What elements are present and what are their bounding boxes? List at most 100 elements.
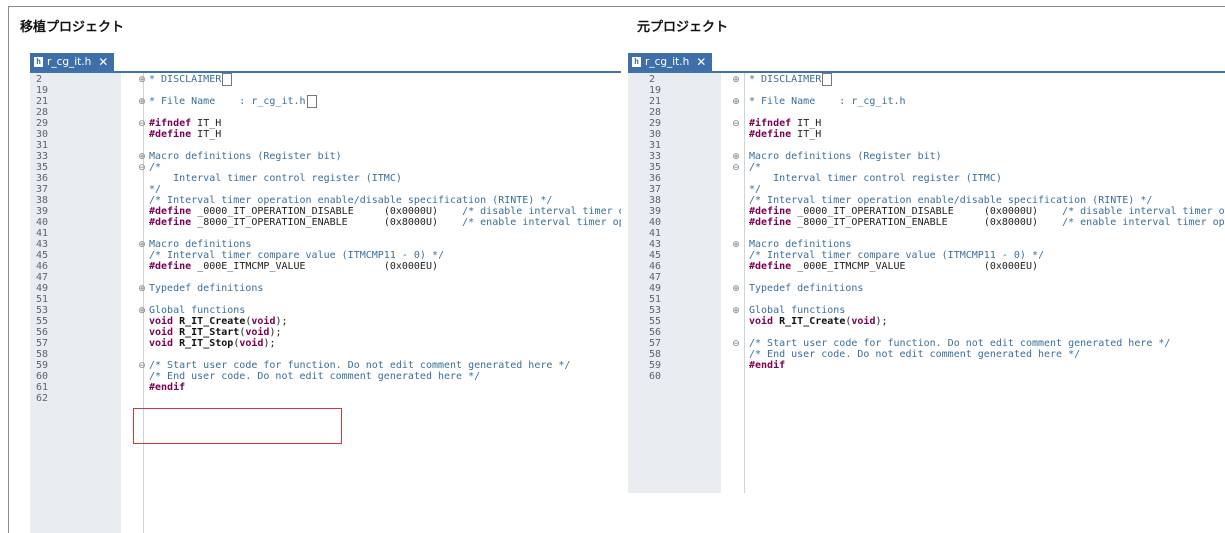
line-number: 58 [649,349,662,360]
line-number: 30 [649,129,662,140]
code-line: #define _0000_IT_OPERATION_DISABLE (0x00… [149,206,621,217]
fold-expand-icon[interactable]: ⊕ [731,152,741,163]
line-number: 61 [36,382,49,393]
header-file-icon: h [34,57,43,67]
line-number: 59 [649,360,662,371]
code-keyword: void [245,327,270,338]
folded-text-marker[interactable] [306,95,317,108]
fold-collapse-icon[interactable]: ⊖ [137,163,147,174]
line-number: 39 [649,206,662,217]
code-line: /* End user code. Do not edit comment ge… [749,349,1080,360]
code-text: ); [263,338,276,349]
line-number: 21 [36,96,49,107]
line-number: 56 [36,327,49,338]
close-icon[interactable]: ✕ [98,55,108,69]
code-line: void R_IT_Start(void); [149,327,282,338]
code-comment: Macro definitions [749,239,852,250]
line-number: 55 [649,316,662,327]
code-comment: /* disable interval timer operation */ [462,206,621,217]
fold-expand-icon[interactable]: ⊕ [137,152,147,163]
line-number: 59 [36,360,49,371]
line-number: 35 [36,162,49,173]
line-number: 45 [36,250,49,261]
code-comment: /* Interval timer compare value (ITMCMP1… [149,250,445,261]
line-number: 56 [649,327,662,338]
line-number: 29 [36,118,49,129]
code-comment: /* Interval timer compare value (ITMCMP1… [749,250,1045,261]
line-number: 62 [36,393,49,404]
fold-expand-icon[interactable]: ⊕ [731,240,741,251]
code-line: /* Interval timer operation enable/disab… [749,195,1152,206]
code-text: ); [269,327,282,338]
code-comment: */ [749,184,762,195]
line-number-gutter [628,73,721,493]
code-comment: Macro definitions (Register bit) [149,151,342,162]
code-comment: Interval timer control register (ITMC) [149,173,402,184]
code-line: /* [149,162,161,173]
code-comment: /* Interval timer operation enable/disab… [149,195,553,206]
line-number: 46 [36,261,49,272]
fold-expand-icon[interactable]: ⊕ [731,97,741,108]
editor-panel-original: h r_cg_it.h ✕ 2 ⊕ * DISCLAIMER 19 21 ⊕ * File… [628,53,1225,493]
fold-expand-icon[interactable]: ⊕ [137,284,147,295]
fold-expand-icon[interactable]: ⊕ [731,75,741,86]
line-number: 57 [649,338,662,349]
code-line: #define _8000_IT_OPERATION_ENABLE (0x800… [149,217,621,228]
line-number: 58 [36,349,49,360]
line-number: 33 [36,151,49,162]
code-line: void R_IT_Create(void); [749,316,888,327]
code-keyword: #define [749,206,792,217]
line-number: 21 [649,96,662,107]
code-line: * File Name : r_cg_it.h [149,95,317,108]
highlight-added-functions [133,408,342,444]
code-keyword: void [749,316,774,327]
line-number: 2 [36,74,43,85]
code-line: Interval timer control register (ITMC) [149,173,402,184]
fold-expand-icon[interactable]: ⊕ [731,306,741,317]
line-number: 41 [36,228,49,239]
code-line: * File Name : r_cg_it.h [749,96,906,107]
line-number: 60 [36,371,49,382]
code-comment: /* [149,162,162,173]
fold-collapse-icon[interactable]: ⊖ [731,119,741,130]
folded-text-marker[interactable] [822,73,833,86]
code-comment: /* End user code. Do not edit comment ge… [749,349,1081,360]
close-icon[interactable]: ✕ [696,55,706,69]
fold-expand-icon[interactable]: ⊕ [137,97,147,108]
fold-collapse-icon[interactable]: ⊖ [731,163,741,174]
fold-collapse-icon[interactable]: ⊖ [731,339,741,350]
code-line: * DISCLAIMER [749,73,833,86]
code-keyword: #endif [149,382,186,393]
fold-expand-icon[interactable]: ⊕ [137,75,147,86]
line-number: 37 [649,184,662,195]
code-text: _0000_IT_OPERATION_DISABLE (0x0000U) [791,206,1063,217]
code-comment: /* enable interval timer operation */ [1062,217,1225,228]
line-number: 35 [649,162,662,173]
editor-tab-bar: h r_cg_it.h ✕ [30,53,621,73]
code-comment: */ [149,184,162,195]
code-line: Global functions [749,305,845,316]
code-comment: * File Name : r_cg_it.h [149,96,306,107]
code-comment: Interval timer control register (ITMC) [749,173,1002,184]
fold-collapse-icon[interactable]: ⊖ [137,119,147,130]
line-number: 36 [36,173,49,184]
code-line: /* Interval timer compare value (ITMCMP1… [749,250,1044,261]
fold-expand-icon[interactable]: ⊕ [137,240,147,251]
editor-tab-r-cg-it-h[interactable]: h r_cg_it.h ✕ [30,53,115,71]
line-number: 46 [649,261,662,272]
code-comment: * DISCLAIMER [749,74,822,85]
fold-expand-icon[interactable]: ⊕ [137,306,147,317]
fold-expand-icon[interactable]: ⊕ [731,284,741,295]
folded-text-marker[interactable] [222,73,233,86]
code-keyword: #define [749,261,792,272]
fold-collapse-icon[interactable]: ⊖ [137,361,147,372]
code-keyword: #define [149,129,192,140]
line-number: 43 [36,239,49,250]
line-number: 28 [36,107,49,118]
code-identifier: R_IT_Start [179,327,240,338]
editor-tab-r-cg-it-h[interactable]: h r_cg_it.h ✕ [628,53,713,71]
line-number: 19 [36,85,49,96]
code-line: #endif [749,360,785,371]
line-number: 53 [36,305,49,316]
code-line: /* End user code. Do not edit comment ge… [149,371,480,382]
